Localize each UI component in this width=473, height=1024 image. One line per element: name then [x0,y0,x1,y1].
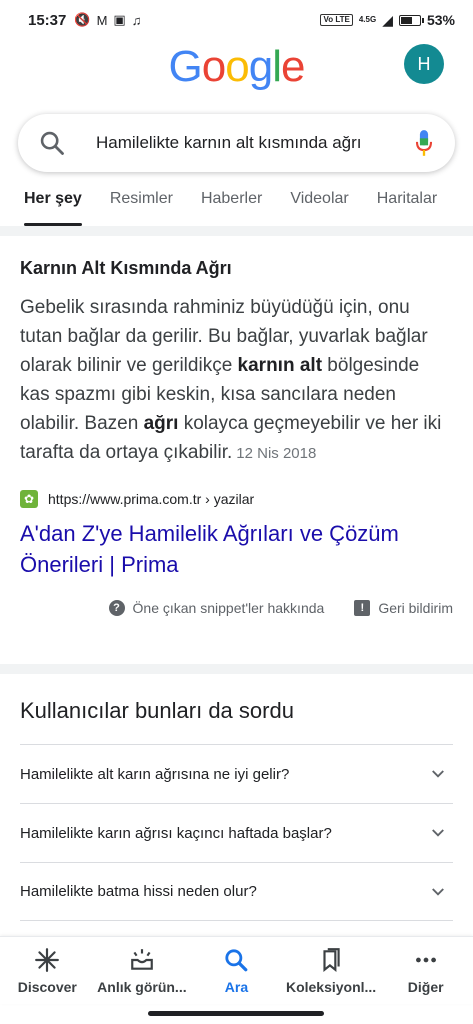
snippet-title: Karnın Alt Kısmında Ağrı [20,258,232,278]
search-icon [225,948,248,971]
featured-snippet: Karnın Alt Kısmında Ağrı Gebelik sırasın… [0,236,473,616]
tab-all[interactable]: Her şey [24,186,82,226]
google-logo[interactable]: Google [0,42,473,92]
result-source[interactable]: ✿ https://www.prima.com.tr › yazilar [20,490,453,508]
about-snippets-label: Öne çıkan snippet'ler hakkında [132,600,325,616]
nav-label: Discover [17,978,77,995]
site-favicon-icon: ✿ [20,490,38,508]
logo-letter: G [168,42,203,91]
bottom-navigation: Discover Anlık görün... Ara Koleksiyonl.… [0,936,473,1004]
chevron-down-icon[interactable] [429,765,447,783]
logo-letter: g [248,42,274,91]
paa-question-text: Hamilelikte alt karın ağrısına ne iyi ge… [20,765,290,783]
microphone-icon[interactable] [413,129,435,157]
logo-letter: l [272,42,282,91]
help-icon: ? [108,600,125,616]
network-type: 4.5G [358,15,377,24]
people-also-ask: Kullanıcılar bunları da sordu Hamilelikt… [0,674,473,921]
tab-images[interactable]: Resimler [110,186,173,226]
gmail-icon: M [96,12,108,28]
logo-letter: o [225,42,250,91]
tab-videos[interactable]: Videolar [290,186,348,226]
gallery-icon: ▣ [113,12,126,27]
search-icon[interactable] [38,129,66,157]
about-snippets-link[interactable]: ? Öne çıkan snippet'ler hakkında [108,600,325,616]
nav-label: Koleksiyonl... [285,978,377,995]
bookmarks-icon [323,947,340,972]
snippet-highlight: ağrı [143,413,179,434]
updates-tray-icon [131,948,153,970]
tab-news[interactable]: Haberler [201,186,262,226]
paa-title: Kullanıcılar bunları da sordu [20,698,294,723]
paa-question-text: Hamilelikte karın ağrısı kaçıncı haftada… [20,824,332,842]
chevron-down-icon[interactable] [429,883,447,901]
divider [0,226,473,236]
snippet-meta: ? Öne çıkan snippet'ler hakkında ! Geri … [20,600,453,616]
nav-more[interactable]: Diğer [378,937,473,1004]
snippet-text: Gebelik sırasında rahminiz büyüdüğü için… [20,293,453,468]
nav-label: Diğer [407,978,444,995]
more-dots-icon [415,957,436,962]
paa-question[interactable]: Hamilelikte alt karın ağrısına ne iyi ge… [20,744,453,803]
source-url[interactable]: https://www.prima.com.tr › yazilar [48,491,254,507]
search-tabs: Her şey Resimler Haberler Videolar Harit… [0,186,473,226]
status-bar: 15:37 🔇 M ▣ ♫ Vo LTE 4.5G ◢ 53% [0,0,473,40]
tab-maps[interactable]: Haritalar [377,186,437,226]
tiktok-icon: ♫ [131,12,142,28]
nav-search[interactable]: Ara [189,937,284,1004]
mute-icon: 🔇 [74,12,91,27]
asterisk-icon [35,947,60,972]
status-time: 15:37 [28,11,67,29]
paa-question[interactable]: Hamilelikte karın ağrısı kaçıncı haftada… [20,803,453,862]
result-title-link[interactable]: A'dan Z'ye Hamilelik Ağrıları ve Çözüm Ö… [20,518,453,580]
battery-percent: 53% [426,12,455,28]
nav-discover[interactable]: Discover [0,937,95,1004]
feedback-label: Geri bildirim [378,600,453,616]
feedback-icon: ! [354,600,371,616]
paa-question[interactable]: Hamilelikte batma hissi neden olur? [20,862,453,921]
feedback-link[interactable]: ! Geri bildirim [354,600,453,616]
snippet-date: 12 Nis 2018 [236,445,317,462]
gesture-bar[interactable] [148,1011,324,1016]
search-input[interactable]: Hamilelikte karnın alt kısmında ağrı [96,133,405,153]
signal-icon: ◢ [382,11,393,28]
volte-icon: Vo LTE [320,14,353,26]
snippet-highlight: karnın alt [237,355,323,376]
nav-updates[interactable]: Anlık görün... [95,937,190,1004]
logo-letter: e [280,42,306,91]
nav-label: Ara [224,978,249,995]
logo-letter: o [201,42,227,91]
divider [0,664,473,674]
search-box[interactable]: Hamilelikte karnın alt kısmında ağrı [18,114,455,172]
paa-question-text: Hamilelikte batma hissi neden olur? [20,883,257,900]
nav-label: Anlık görün... [97,978,187,995]
battery-level [400,16,412,24]
battery-icon [398,14,424,26]
nav-collections[interactable]: Koleksiyonl... [284,937,379,1004]
chevron-down-icon[interactable] [429,824,447,842]
account-avatar[interactable]: H [404,44,444,84]
